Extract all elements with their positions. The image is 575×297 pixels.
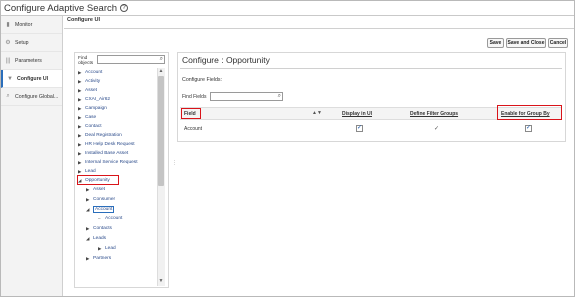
expand-triangle-icon[interactable]: ▶ [78,169,83,175]
field-highlight-box [181,108,201,119]
sidebar-item-label: Parameters [15,57,42,64]
tree-item-opportunity-consumer[interactable]: ▶ Consumer [86,195,115,204]
gears-icon: ⚙ [5,40,11,46]
expand-triangle-icon[interactable]: ▶ [78,151,83,157]
tab-configure-ui[interactable]: Configure UI [67,17,100,23]
tree-item-opportunity-contacts[interactable]: ▶ Contacts [86,224,112,233]
tree-item-case[interactable]: ▶ Case [78,113,96,122]
expand-triangle-icon[interactable]: ▶ [86,197,91,203]
search-icon[interactable]: ⌕ [160,56,163,63]
expand-triangle-icon[interactable]: ▶ [78,133,83,139]
cancel-button[interactable]: Cancel [548,38,568,48]
collapse-triangle-icon[interactable]: ◢ [86,236,91,242]
sidebar-item-setup[interactable]: ⚙ Setup [1,34,62,52]
page-title-text: Configure Adaptive Search [4,2,118,14]
enable-group-by-checkbox[interactable]: ✓ [525,125,532,132]
sidebar-item-parameters[interactable]: ||| Parameters [1,52,62,70]
sidebar-item-label: Configure Global... [15,93,59,100]
table-row-field: Account [184,126,203,132]
expand-triangle-icon[interactable]: ▶ [78,106,83,112]
panel-splitter-icon[interactable]: ⋮ [172,160,177,166]
tree-scrollbar-thumb[interactable] [158,76,164,186]
tree-item-internal-service[interactable]: ▶ Internal Service Request [78,158,138,167]
leaf-dash-icon: – [98,216,101,221]
expand-triangle-icon[interactable]: ▶ [78,70,83,76]
expand-triangle-icon[interactable]: ▶ [78,97,83,103]
tree-item-account[interactable]: ▶ Account [78,68,102,77]
funnel-icon: ▼ [7,75,13,82]
tree-item-opportunity-leads[interactable]: ◢ Leads [86,234,106,243]
tree-item-opportunity-asset[interactable]: ▶ Asset [86,185,105,194]
title-divider [1,15,574,16]
display-in-ui-checkbox[interactable]: ✓ [356,125,363,132]
opportunity-highlight-box [77,175,119,185]
expand-triangle-icon[interactable]: ▶ [78,160,83,166]
find-objects-label: Find objects [78,56,94,66]
sidebar-item-configure-ui[interactable]: ▼ Configure UI [1,70,62,88]
expand-triangle-icon[interactable]: ▶ [86,187,91,193]
tree-item-deal-registration[interactable]: ▶ Deal Registration [78,131,122,140]
tree-item-opportunity-account[interactable]: ◢ Account [86,205,115,214]
search-icon: ⌕ [6,93,10,99]
tab-divider [64,28,574,29]
group-by-highlight-box [497,105,562,120]
expand-triangle-icon[interactable]: ▶ [78,88,83,94]
scroll-up-icon[interactable]: ▲ [158,68,164,75]
column-header-display-in-ui[interactable]: Display in UI [342,111,372,117]
sidebar: ▮ Monitor ⚙ Setup ||| Parameters ▼ Confi… [1,16,63,296]
sidebar-item-label: Monitor [15,21,33,28]
tree-item-leads-lead[interactable]: ▶ Lead [98,244,116,253]
columns-icon: ||| [5,57,11,64]
save-and-close-button[interactable]: Save and Close [506,38,546,48]
bar-chart-icon: ▮ [6,22,10,28]
tree-item-activity[interactable]: ▶ Activity [78,77,100,86]
expand-triangle-icon[interactable]: ▶ [78,115,83,121]
search-icon[interactable]: ⌕ [278,93,281,100]
sort-icon[interactable]: ▲▼ [312,110,322,116]
tree-item-opportunity-partners[interactable]: ▶ Partners [86,254,111,263]
tree-item-account-leaf[interactable]: – Account [98,214,122,223]
tree-item-installed-base[interactable]: ▶ Installed Base Asset [78,149,128,158]
tree-item-cxai[interactable]: ▶ CXAI_Air62 [78,95,110,104]
sidebar-item-configure-global[interactable]: ⌕ Configure Global... [1,88,62,106]
expand-triangle-icon[interactable]: ▶ [78,142,83,148]
sidebar-item-label: Setup [15,39,29,46]
expand-triangle-icon[interactable]: ▶ [78,79,83,85]
column-header-define-filter-groups[interactable]: Define Filter Groups [410,111,458,117]
tree-item-hr-help-desk[interactable]: ▶ HR Help Desk Request [78,140,135,149]
page-title: Configure Adaptive Search ? [4,2,129,14]
sidebar-item-label: Configure UI [17,75,49,82]
tree-item-campaign[interactable]: ▶ Campaign [78,104,107,113]
find-fields-label: Find Fields [182,94,207,100]
expand-triangle-icon[interactable]: ▶ [98,246,103,252]
scroll-down-icon[interactable]: ▼ [158,278,164,285]
tree-item-contact[interactable]: ▶ Contact [78,122,102,131]
help-icon[interactable]: ? [120,4,129,12]
save-button[interactable]: Save [487,38,504,48]
collapse-triangle-icon[interactable]: ◢ [86,207,91,213]
tree-item-asset[interactable]: ▶ Asset [78,86,97,95]
content-divider [180,68,562,69]
configure-title: Configure : Opportunity [182,55,270,65]
check-icon: ✓ [434,126,440,132]
sidebar-item-monitor[interactable]: ▮ Monitor [1,16,62,34]
expand-triangle-icon[interactable]: ▶ [86,256,91,262]
expand-triangle-icon[interactable]: ▶ [78,124,83,130]
configure-fields-label: Configure Fields: [182,77,223,83]
expand-triangle-icon[interactable]: ▶ [86,226,91,232]
find-fields-input[interactable]: ⌕ [210,92,283,101]
find-objects-input[interactable]: ⌕ [97,55,165,64]
